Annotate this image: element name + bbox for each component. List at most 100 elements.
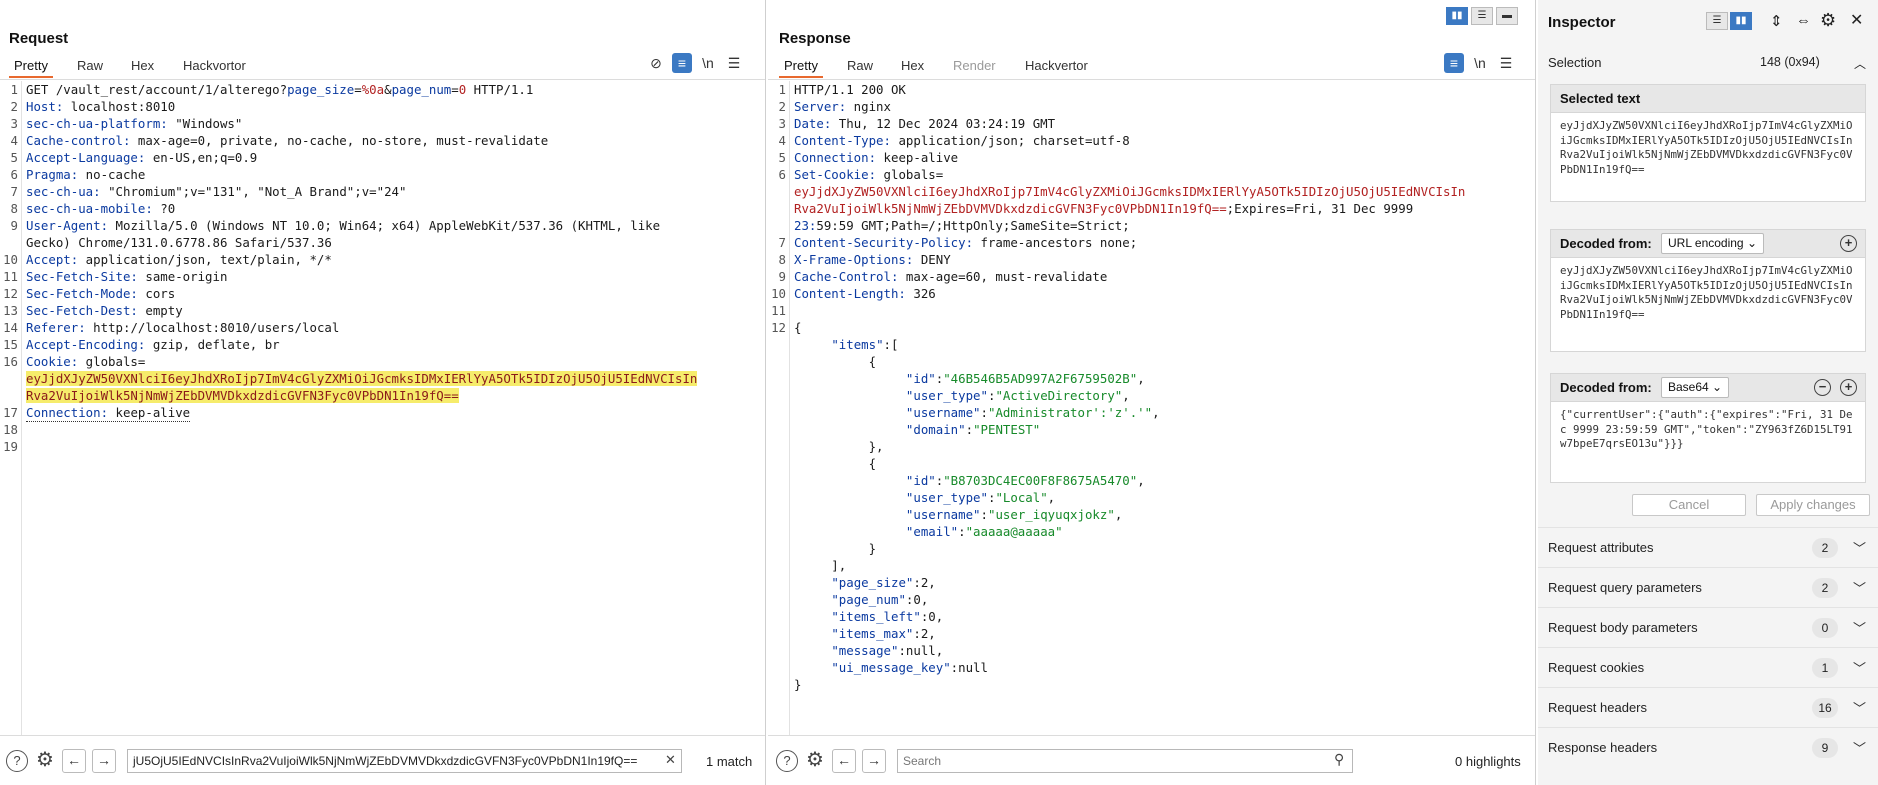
layout-tabs-icon[interactable]: ▬ <box>1496 7 1518 25</box>
tab-pretty[interactable]: Pretty <box>779 56 823 78</box>
close-icon[interactable]: ✕ <box>1850 10 1863 30</box>
highlights-count: 0 highlights <box>1455 754 1521 769</box>
apply-changes-button[interactable]: Apply changes <box>1756 494 1870 516</box>
code-line: "page_size":2, <box>831 575 936 590</box>
code-line: Cache-control: max-age=0, private, no-ca… <box>26 133 549 148</box>
code-line: Content-Security-Policy: frame-ancestors… <box>794 235 1138 250</box>
inspector-layout-list-icon[interactable]: ☰ <box>1706 12 1728 30</box>
code-line: Host: localhost:8010 <box>26 99 176 114</box>
tab-render[interactable]: Render <box>948 56 1001 78</box>
forward-arrow-icon[interactable]: → <box>862 749 886 773</box>
newline-toggle-icon[interactable]: \n <box>698 53 718 73</box>
inspector-layout-split-icon[interactable]: ▮▮ <box>1730 12 1752 30</box>
back-arrow-icon[interactable]: ← <box>832 749 856 773</box>
forward-arrow-icon[interactable]: → <box>92 749 116 773</box>
tab-hackvertor[interactable]: Hackvertor <box>1020 56 1093 78</box>
selected-text-value[interactable]: eyJjdXJyZW50VXNlciI6eyJhdXRoIjp7ImV4cGly… <box>1551 113 1865 183</box>
response-search-input[interactable]: Search <box>897 749 1353 773</box>
code-line: 23:59:59 GMT;Path=/;HttpOnly;SameSite=St… <box>794 218 1130 233</box>
code-line: Content-Type: application/json; charset=… <box>794 133 1130 148</box>
chevron-down-icon[interactable]: ﹀ <box>1853 738 1866 757</box>
tab-pretty[interactable]: Pretty <box>9 56 53 78</box>
chevron-down-icon[interactable]: ﹀ <box>1853 538 1866 557</box>
tab-raw[interactable]: Raw <box>72 56 108 78</box>
newline-toggle-icon[interactable]: \n <box>1470 53 1490 73</box>
code-line: GET /vault_rest/account/1/alterego?page_… <box>26 82 534 97</box>
menu-icon[interactable]: ☰ <box>1496 53 1516 73</box>
code-line: "id":"46B546B5AD997A2F6759502B", <box>905 371 1145 386</box>
help-icon[interactable]: ? <box>6 750 28 772</box>
decoded-base64-value[interactable]: {"currentUser":{"auth":{"expires":"Fri, … <box>1551 402 1865 458</box>
line-number: 2 <box>10 99 18 114</box>
line-number: 12 <box>3 286 18 301</box>
chevron-down-icon[interactable]: ﹀ <box>1853 618 1866 637</box>
line-number: 5 <box>778 150 786 165</box>
decoding-type-select[interactable]: Base64 ⌄ <box>1661 377 1730 398</box>
add-decoding-icon[interactable]: + <box>1840 235 1857 252</box>
clear-search-icon[interactable]: ✕ <box>665 752 676 768</box>
back-arrow-icon[interactable]: ← <box>62 749 86 773</box>
decoded-url-value[interactable]: eyJjdXJyZW50VXNlciI6eyJhdXRoIjp7ImV4cGly… <box>1551 258 1865 328</box>
layout-columns-icon[interactable]: ▮▮ <box>1446 7 1468 25</box>
tab-hex[interactable]: Hex <box>126 56 159 78</box>
line-number: 9 <box>10 218 18 233</box>
code-line: "items_max":2, <box>831 626 936 641</box>
expand-all-icon[interactable]: ⇕ <box>1770 12 1783 30</box>
section-count-badge: 16 <box>1812 698 1838 718</box>
chevron-down-icon[interactable]: ﹀ <box>1853 698 1866 717</box>
code-line: ], <box>794 558 847 573</box>
request-search-input[interactable]: jU5OjU5IEdNVCIsInRva2VuIjoiWlk5NjNmWjZEb… <box>127 749 682 773</box>
line-number: 4 <box>778 133 786 148</box>
line-number: 12 <box>771 320 786 335</box>
chevron-down-icon[interactable]: ﹀ <box>1853 578 1866 597</box>
code-line: "user_type":"ActiveDirectory", <box>905 388 1130 403</box>
tab-raw[interactable]: Raw <box>842 56 878 78</box>
code-line: Content-Length: 326 <box>794 286 936 301</box>
decoded-url-box: Decoded from: URL encoding ⌄ + eyJjdXJyZ… <box>1550 229 1866 352</box>
chevron-down-icon[interactable]: ﹀ <box>1853 658 1866 677</box>
section-label: Request body parameters <box>1548 620 1698 635</box>
hide-nonprint-icon[interactable]: ⊘ <box>646 53 666 73</box>
collapse-all-icon[interactable]: ⇔ <box>1796 12 1811 29</box>
line-number: 6 <box>10 167 18 182</box>
chevron-up-icon[interactable]: ︿ <box>1854 55 1866 72</box>
line-number: 8 <box>10 201 18 216</box>
selected-text-title: Selected text <box>1551 85 1865 113</box>
layout-rows-icon[interactable]: ☰ <box>1471 7 1493 25</box>
line-number: 14 <box>3 320 18 335</box>
settings-gear-icon[interactable]: ⚙ <box>804 750 826 772</box>
cancel-button[interactable]: Cancel <box>1632 494 1746 516</box>
section-count-badge: 9 <box>1812 738 1838 758</box>
inspector-section-response-headers[interactable]: Response headers 9 ﹀ <box>1538 727 1878 767</box>
code-line: Pragma: no-cache <box>26 167 146 182</box>
inspector-section-request-cookies[interactable]: Request cookies 1 ﹀ <box>1538 647 1878 687</box>
inspector-settings-gear-icon[interactable]: ⚙ <box>1820 10 1836 31</box>
inspector-section-request-headers[interactable]: Request headers 16 ﹀ <box>1538 687 1878 727</box>
section-count-badge: 2 <box>1812 538 1838 558</box>
inspector-section-request-body-parameters[interactable]: Request body parameters 0 ﹀ <box>1538 607 1878 647</box>
remove-decoding-icon[interactable]: − <box>1814 379 1831 396</box>
code-line: eyJjdXJyZW50VXNlciI6eyJhdXRoIjp7ImV4cGly… <box>26 371 698 386</box>
tab-hackvertor[interactable]: Hackvortor <box>178 56 251 78</box>
wrap-lines-icon[interactable]: ≡ <box>672 53 692 73</box>
inspector-section-request-attributes[interactable]: Request attributes 2 ﹀ <box>1538 527 1878 567</box>
code-line: "items_left":0, <box>831 609 944 624</box>
code-line: X-Frame-Options: DENY <box>794 252 951 267</box>
line-number: 7 <box>778 235 786 250</box>
inspector-section-request-query-parameters[interactable]: Request query parameters 2 ﹀ <box>1538 567 1878 607</box>
line-number: 7 <box>10 184 18 199</box>
help-icon[interactable]: ? <box>776 750 798 772</box>
decoding-type-select[interactable]: URL encoding ⌄ <box>1661 233 1764 254</box>
line-number: 5 <box>10 150 18 165</box>
decoding-type-value: URL encoding <box>1668 236 1744 250</box>
code-line: sec-ch-ua-platform: "Windows" <box>26 116 243 131</box>
code-line: { <box>794 456 877 471</box>
line-number: 13 <box>3 303 18 318</box>
line-number: 15 <box>3 337 18 352</box>
add-decoding-icon[interactable]: + <box>1840 379 1857 396</box>
wrap-lines-icon[interactable]: ≡ <box>1444 53 1464 73</box>
menu-icon[interactable]: ☰ <box>724 53 744 73</box>
tab-hex[interactable]: Hex <box>896 56 929 78</box>
line-number: 1 <box>10 82 18 97</box>
settings-gear-icon[interactable]: ⚙ <box>34 750 56 772</box>
